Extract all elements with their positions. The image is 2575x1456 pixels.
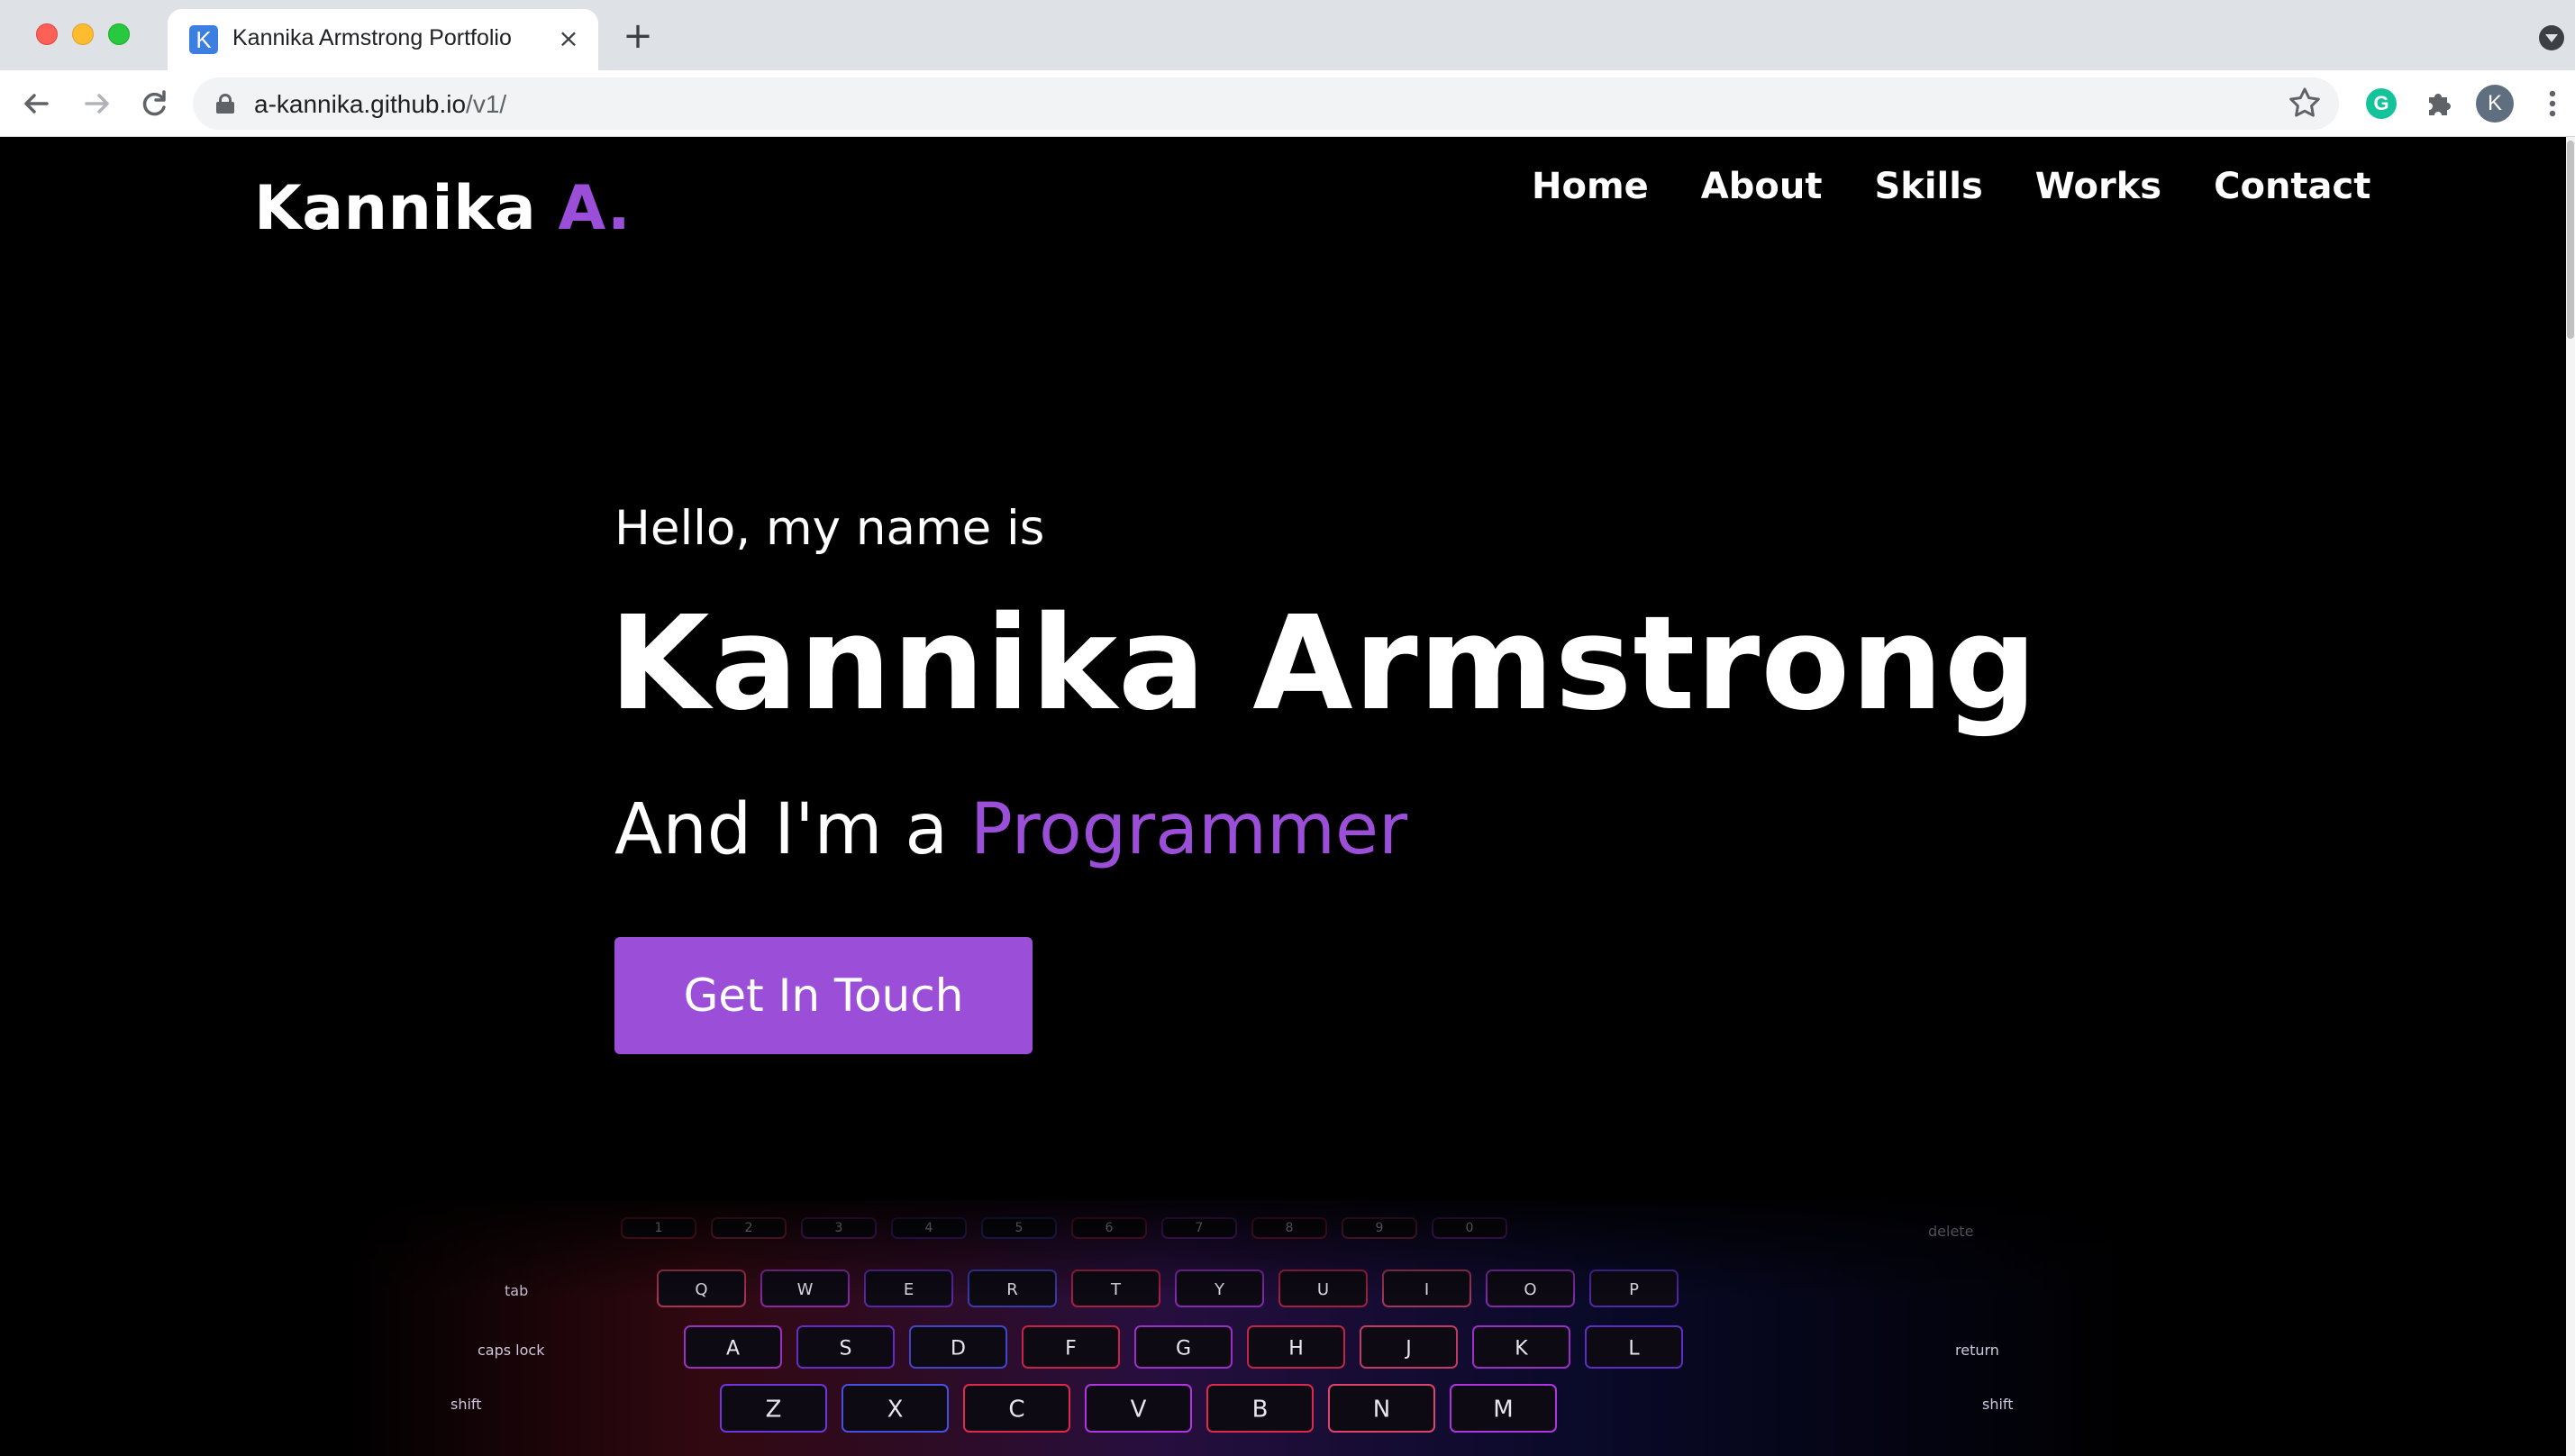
keyboard-key-label: G — [1176, 1337, 1191, 1360]
url-host: a-kannika.github.io — [254, 90, 467, 118]
keyboard-key-label: H — [1288, 1337, 1304, 1360]
maximize-window-button[interactable] — [108, 23, 130, 45]
keyboard-key-label: D — [951, 1337, 966, 1360]
keyboard-key-label: X — [887, 1396, 904, 1423]
forward-arrow-icon[interactable] — [74, 81, 119, 126]
keyboard-image: 1234567890QWERTYUIOPASDFGHJKLZXCVBNMtabc… — [342, 1200, 2144, 1456]
grammarly-icon[interactable]: G — [2366, 88, 2397, 119]
keyboard-key-label: Z — [766, 1396, 782, 1423]
reload-icon[interactable] — [132, 81, 177, 126]
hero-role-line: And I'm a Programmer — [614, 789, 1407, 870]
keyboard-key-label: K — [1515, 1337, 1528, 1360]
tab-title: Kannika Armstrong Portfolio — [232, 25, 512, 50]
lock-icon[interactable] — [216, 94, 234, 114]
page-viewport: Kannika A. Home About Skills Works Conta… — [0, 137, 2566, 1456]
keyboard-key-label: A — [726, 1337, 740, 1360]
address-bar[interactable]: a-kannika.github.io/v1/ — [193, 77, 2339, 130]
keyboard-side-label: shift — [450, 1396, 482, 1413]
role-prefix: And I'm a — [614, 789, 970, 870]
extensions-puzzle-icon[interactable] — [2422, 85, 2458, 121]
nav-contact[interactable]: Contact — [2214, 166, 2370, 207]
logo-text: Kannika — [254, 173, 559, 244]
profile-avatar[interactable]: K — [2476, 85, 2514, 123]
keyboard-key-label: S — [840, 1337, 852, 1360]
keyboard-key-label: J — [1404, 1337, 1412, 1360]
tab-search-icon[interactable] — [2539, 25, 2564, 50]
keyboard-key-label: M — [1493, 1396, 1513, 1423]
url-path: /v1/ — [466, 90, 507, 118]
keyboard-key-label: B — [1252, 1396, 1269, 1423]
bookmark-star-icon[interactable] — [2287, 85, 2323, 132]
close-window-button[interactable] — [36, 23, 58, 45]
keyboard-key-label: V — [1131, 1396, 1147, 1423]
nav-works[interactable]: Works — [2035, 166, 2161, 207]
scrollbar-thumb[interactable] — [2567, 141, 2574, 339]
main-nav: Home About Skills Works Contact — [1532, 166, 2370, 207]
keyboard-key-label: L — [1628, 1337, 1640, 1360]
logo-accent: A. — [558, 173, 632, 244]
hero-name: Kannika Armstrong — [609, 587, 2038, 739]
site-logo[interactable]: Kannika A. — [254, 173, 631, 244]
keyboard-key-label: N — [1373, 1396, 1390, 1423]
favicon-icon: K — [189, 25, 218, 54]
get-in-touch-button[interactable]: Get In Touch — [614, 937, 1033, 1054]
hero-greeting: Hello, my name is — [614, 501, 1045, 556]
browser-tabstrip: K Kannika Armstrong Portfolio × + — [0, 0, 2575, 70]
keyboard-side-label: shift — [1982, 1396, 2014, 1413]
new-tab-icon[interactable]: + — [620, 18, 656, 54]
browser-toolbar: a-kannika.github.io/v1/ G K — [0, 70, 2575, 137]
tab-close-icon[interactable]: × — [553, 23, 584, 54]
back-arrow-icon[interactable] — [14, 81, 59, 126]
nav-home[interactable]: Home — [1532, 166, 1649, 207]
browser-tab[interactable]: K Kannika Armstrong Portfolio × — [168, 9, 598, 70]
keyboard-side-label: return — [1955, 1342, 1999, 1359]
keyboard-key-label: C — [1008, 1396, 1024, 1423]
nav-about[interactable]: About — [1701, 166, 1823, 207]
keyboard-side-label: caps lock — [478, 1342, 545, 1359]
role-text: Programmer — [969, 789, 1408, 870]
url-text[interactable]: a-kannika.github.io/v1/ — [254, 90, 506, 119]
nav-skills[interactable]: Skills — [1874, 166, 1982, 207]
keyboard-key-label: F — [1065, 1337, 1077, 1360]
browser-menu-icon[interactable] — [2541, 85, 2564, 123]
minimize-window-button[interactable] — [72, 23, 94, 45]
